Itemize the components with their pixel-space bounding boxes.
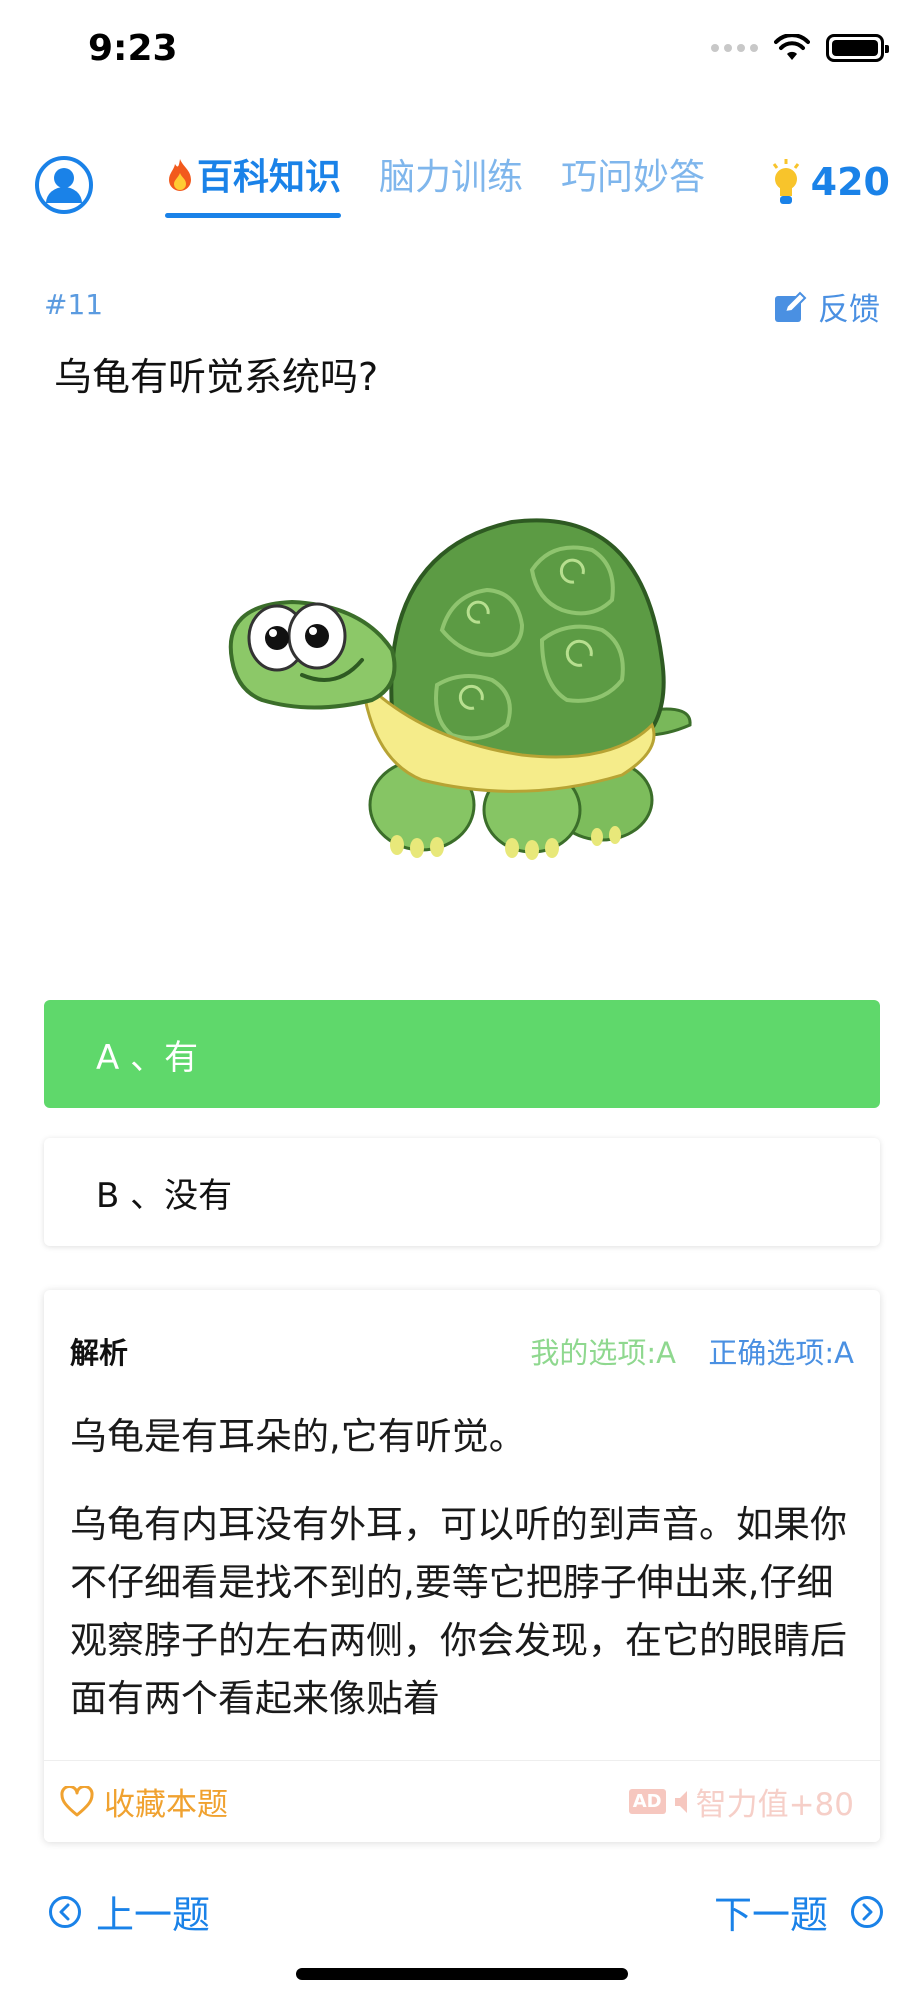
score-value: 420 [810, 160, 890, 204]
feedback-button[interactable]: 反馈 [774, 284, 880, 329]
battery-icon [826, 34, 889, 62]
correct-choice: 正确选项:A [708, 1336, 854, 1370]
prev-label: 上一题 [96, 1893, 211, 1937]
analysis-footer: 收藏本题 AD 智力值+80 [44, 1760, 880, 1842]
category-tabs: 百科知识 脑力训练 巧问妙答 [165, 148, 705, 218]
ad-badge: AD [628, 1789, 666, 1814]
my-choice: 我的选项:A [530, 1336, 676, 1370]
prev-question-button[interactable]: 上一题 [48, 1884, 210, 1939]
question-text: 乌龟有听觉系统吗? [54, 355, 379, 399]
collect-label: 收藏本题 [104, 1787, 228, 1823]
status-icons [711, 34, 889, 62]
question-number: #11 [44, 288, 104, 321]
turtle-illustration [228, 518, 692, 860]
user-avatar-icon[interactable] [34, 155, 94, 215]
status-time: 9:23 [88, 28, 178, 69]
edit-icon [775, 291, 807, 322]
option-a[interactable]: A 、有 [44, 1000, 880, 1108]
analysis-detail: 乌龟有内耳没有外耳，可以听的到声音。如果你不仔细看是找不到的,要等它把脖子伸出来… [70, 1503, 847, 1720]
chevron-right-circle-icon [851, 1895, 883, 1928]
analysis-summary: 乌龟是有耳朵的,它有听觉。 [70, 1415, 526, 1458]
feedback-label: 反馈 [818, 292, 880, 328]
intelligence-score[interactable]: 420 [771, 158, 890, 206]
next-question-button[interactable]: 下一题 [714, 1884, 884, 1939]
tab-brain-training[interactable]: 脑力训练 [379, 148, 523, 218]
quiz-screen: 9:23 百科知识 脑力训练 巧问妙答 420 #11 反馈 乌龟有听觉系统吗?… [0, 0, 924, 2000]
lightbulb-icon [772, 159, 799, 204]
speaker-icon [674, 1790, 687, 1813]
option-b[interactable]: B 、没有 [44, 1138, 880, 1246]
collect-button[interactable]: 收藏本题 [60, 1779, 228, 1824]
home-indicator[interactable] [296, 1968, 628, 1980]
wifi-icon [774, 34, 810, 60]
heart-icon [60, 1785, 94, 1816]
tab-encyclopedia[interactable]: 百科知识 [165, 148, 342, 218]
reward-label: 智力值+80 [695, 1787, 854, 1823]
tab-clever-qa[interactable]: 巧问妙答 [561, 148, 705, 218]
tab-label: 百科知识 [197, 157, 342, 198]
chevron-left-circle-icon [49, 1895, 81, 1928]
analysis-body[interactable]: 乌龟是有耳朵的,它有听觉。 乌龟有内耳没有外耳，可以听的到声音。如果你不仔细看是… [70, 1408, 854, 1720]
tab-label: 脑力训练 [379, 157, 524, 198]
fire-icon [169, 159, 191, 191]
analysis-card: 解析 我的选项:A 正确选项:A 乌龟是有耳朵的,它有听觉。 乌龟有内耳没有外耳… [44, 1290, 880, 1842]
ad-reward-button[interactable]: AD 智力值+80 [628, 1779, 854, 1824]
next-label: 下一题 [713, 1893, 828, 1937]
analysis-title: 解析 [70, 1336, 129, 1370]
tab-label: 巧问妙答 [561, 157, 706, 198]
signal-icon [711, 44, 758, 52]
